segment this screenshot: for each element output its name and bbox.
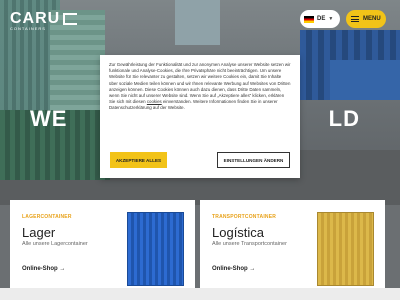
- card-transportcontainer[interactable]: TRANSPORTCONTAINER Logística Alle unsere…: [200, 200, 385, 288]
- blue-container-image: [127, 212, 184, 286]
- logo-mark-icon: [63, 12, 78, 25]
- online-shop-link[interactable]: Online-Shop →: [22, 266, 65, 272]
- cookie-consent-text: Zur Gewährleistung der Funktionalität un…: [109, 62, 291, 112]
- cookies-link[interactable]: cookies: [147, 99, 162, 104]
- cookie-text-part1: Zur Gewährleistung der Funktionalität un…: [109, 62, 291, 105]
- logo[interactable]: CARU CONTAINERS: [10, 10, 78, 31]
- logo-text: CARU: [10, 10, 61, 27]
- yellow-container-image: [317, 212, 374, 286]
- hero-title-right: LD: [328, 106, 360, 131]
- chevron-down-icon: ▼: [328, 16, 334, 22]
- hamburger-icon: [351, 16, 359, 22]
- card-title: Lager: [22, 225, 56, 240]
- german-flag-icon: [304, 15, 314, 23]
- card-lagercontainer[interactable]: LAGERCONTAINER Lager Alle unsere Lagerco…: [10, 200, 195, 288]
- page-bottom-strip: [0, 288, 400, 300]
- menu-label: MENU: [363, 16, 381, 22]
- card-subtitle: Alle unsere Lagercontainer: [22, 241, 88, 247]
- card-kicker: TRANSPORTCONTAINER: [212, 214, 277, 220]
- card-subtitle: Alle unsere Transportcontainer: [212, 241, 287, 247]
- hero-crate-stack: [175, 0, 220, 45]
- cookie-consent-dialog: Zur Gewährleistung der Funktionalität un…: [100, 55, 300, 178]
- hero-title-left: WE: [30, 106, 68, 131]
- logo-subtitle: CONTAINERS: [10, 26, 46, 31]
- change-settings-button[interactable]: EINSTELLUNGEN ÄNDERN: [217, 152, 290, 168]
- language-code: DE: [317, 16, 326, 22]
- accept-all-button[interactable]: AKZEPTIERE ALLES: [110, 152, 167, 168]
- hero-crate-stack: [330, 60, 400, 100]
- card-kicker: LAGERCONTAINER: [22, 214, 72, 220]
- language-selector[interactable]: DE ▼: [300, 10, 340, 28]
- card-title: Logística: [212, 225, 265, 240]
- online-shop-link[interactable]: Online-Shop →: [212, 266, 255, 272]
- menu-button[interactable]: MENU: [346, 10, 386, 28]
